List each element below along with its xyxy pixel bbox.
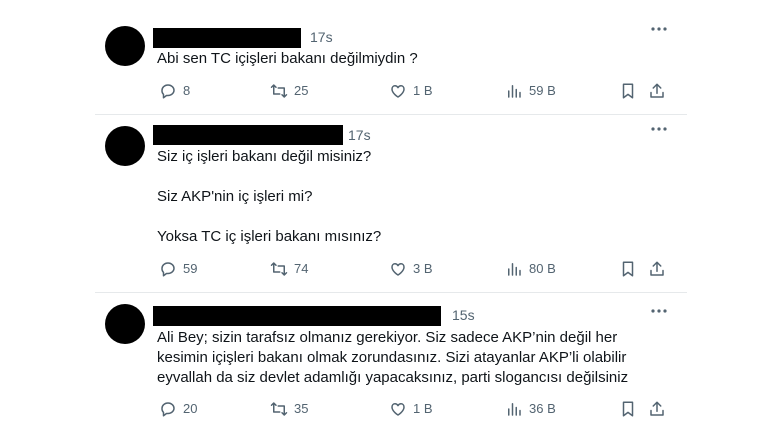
- tweet-text-line: kesimin içişleri bakanı olmak zorundasın…: [157, 349, 627, 366]
- avatar[interactable]: [105, 304, 145, 344]
- views-count: 59 B: [529, 83, 556, 98]
- tweet-text-line: Ali Bey; sizin tarafsız olmanız gerekiyo…: [157, 329, 618, 346]
- like-count: 3 B: [413, 261, 433, 276]
- avatar[interactable]: [105, 26, 145, 66]
- share-icon: [650, 83, 664, 98]
- tweet[interactable]: 17s Siz iç işleri bakanı değil misiniz? …: [95, 114, 687, 290]
- tweet-text-line: Siz AKP'nin iç işleri mi?: [157, 188, 313, 205]
- more-options-button[interactable]: [649, 122, 669, 136]
- retweet-button[interactable]: 74: [270, 259, 308, 279]
- tweet-text: Ali Bey; sizin tarafsız olmanız gerekiyo…: [157, 328, 628, 388]
- share-button[interactable]: [648, 400, 666, 418]
- bookmark-icon: [622, 261, 634, 277]
- tweet-timestamp[interactable]: 15s: [452, 307, 475, 323]
- tweet-text-line: Yoksa TC iç işleri bakanı mısınız?: [157, 228, 382, 245]
- bookmark-icon: [622, 83, 634, 99]
- bookmark-button[interactable]: [619, 260, 637, 278]
- like-button[interactable]: 1 B: [389, 399, 433, 419]
- tweet[interactable]: 17s Abi sen TC içişleri bakanı değilmiyd…: [95, 14, 687, 110]
- share-icon: [650, 261, 664, 276]
- views-count: 36 B: [529, 401, 556, 416]
- redacted-username: [153, 125, 343, 145]
- bookmark-icon: [622, 401, 634, 417]
- tweet-text-line: Abi sen TC içişleri bakanı değilmiydin ?: [157, 50, 418, 67]
- views-count: 80 B: [529, 261, 556, 276]
- reply-icon: [161, 262, 175, 277]
- tweet-text: Siz iç işleri bakanı değil misiniz? Siz …: [157, 147, 381, 247]
- reply-icon: [161, 402, 175, 417]
- retweet-count: 25: [294, 83, 309, 98]
- retweet-count: 35: [294, 401, 309, 416]
- tweet-timestamp[interactable]: 17s: [348, 127, 371, 143]
- avatar[interactable]: [105, 126, 145, 166]
- redacted-username: [153, 306, 441, 326]
- views-button[interactable]: 36 B: [505, 399, 556, 419]
- bookmark-button[interactable]: [619, 82, 637, 100]
- views-chart-icon: [508, 403, 521, 416]
- tweet-actions: 8 25 1 B 59 B: [157, 81, 677, 101]
- views-chart-icon: [508, 263, 521, 276]
- retweet-icon: [270, 262, 288, 276]
- heart-icon: [391, 403, 405, 416]
- redacted-username: [153, 28, 301, 48]
- heart-icon: [391, 85, 405, 98]
- tweet-text-line: Siz iç işleri bakanı değil misiniz?: [157, 148, 372, 165]
- reply-button[interactable]: 8: [159, 81, 190, 101]
- views-button[interactable]: 80 B: [505, 259, 556, 279]
- more-options-button[interactable]: [649, 22, 669, 36]
- like-button[interactable]: 3 B: [389, 259, 433, 279]
- tweet-timestamp[interactable]: 17s: [310, 29, 333, 45]
- share-button[interactable]: [648, 260, 666, 278]
- retweet-icon: [270, 402, 288, 416]
- views-button[interactable]: 59 B: [505, 81, 556, 101]
- reply-button[interactable]: 20: [159, 399, 197, 419]
- more-dots-icon: [651, 27, 667, 31]
- more-options-button[interactable]: [649, 304, 669, 318]
- like-count: 1 B: [413, 401, 433, 416]
- like-count: 1 B: [413, 83, 433, 98]
- share-button[interactable]: [648, 82, 666, 100]
- reply-count: 59: [183, 261, 198, 276]
- retweet-button[interactable]: 25: [270, 81, 308, 101]
- tweet-text: Abi sen TC içişleri bakanı değilmiydin ?: [157, 49, 418, 69]
- retweet-count: 74: [294, 261, 309, 276]
- reply-count: 8: [183, 83, 191, 98]
- reply-icon: [161, 84, 175, 99]
- more-dots-icon: [651, 127, 667, 131]
- views-chart-icon: [508, 85, 521, 98]
- heart-icon: [391, 263, 405, 276]
- bookmark-button[interactable]: [619, 400, 637, 418]
- tweet-actions: 59 74 3 B 80 B: [157, 259, 677, 279]
- share-icon: [650, 401, 664, 416]
- reply-button[interactable]: 59: [159, 259, 197, 279]
- tweet-feed: 17s Abi sen TC içişleri bakanı değilmiyd…: [95, 0, 687, 440]
- like-button[interactable]: 1 B: [389, 81, 433, 101]
- more-dots-icon: [651, 309, 667, 313]
- tweet[interactable]: 15s Ali Bey; sizin tarafsız olmanız gere…: [95, 292, 687, 440]
- retweet-button[interactable]: 35: [270, 399, 308, 419]
- tweet-text-line: eyvallah da siz devlet adamlığı yapacaks…: [157, 369, 629, 386]
- retweet-icon: [270, 84, 288, 98]
- tweet-actions: 20 35 1 B 36 B: [157, 399, 677, 419]
- reply-count: 20: [183, 401, 198, 416]
